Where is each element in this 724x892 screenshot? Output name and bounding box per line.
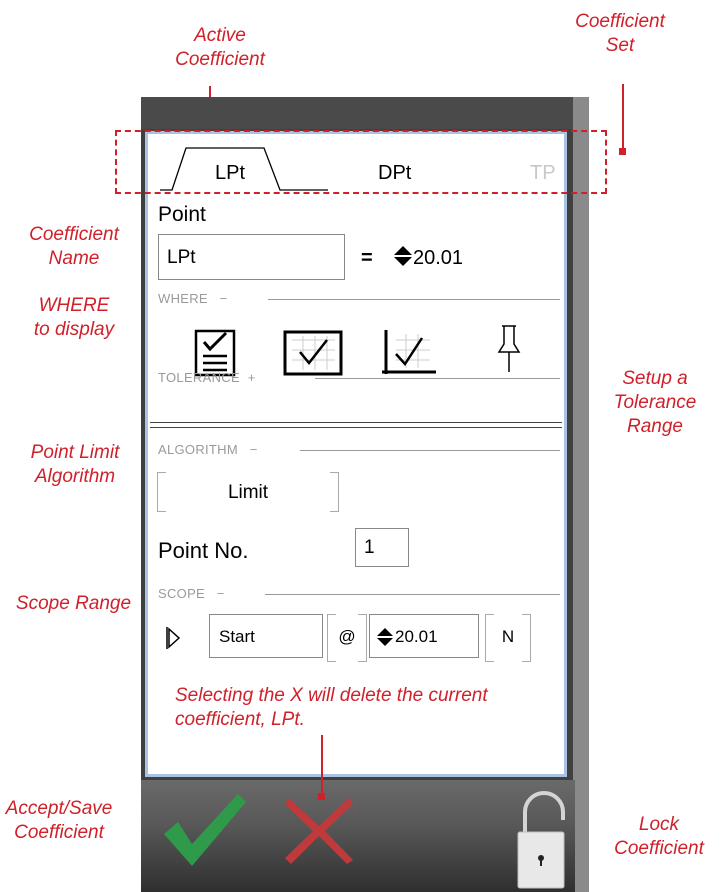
scope-value: 20.01 bbox=[395, 627, 438, 646]
point-no-value: 1 bbox=[364, 537, 375, 558]
spinner-icon[interactable] bbox=[393, 245, 413, 267]
algorithm-separator bbox=[300, 450, 560, 451]
annotation-scope: Scope Range bbox=[15, 593, 132, 614]
scope-start-value: Start bbox=[219, 627, 255, 646]
where-toggle[interactable]: − bbox=[220, 291, 228, 306]
annotation-active-coefficient: Active Coefficient bbox=[175, 25, 265, 70]
where-separator bbox=[268, 299, 560, 300]
point-heading: Point bbox=[158, 203, 206, 226]
tolerance-label: TOLERANCE + bbox=[158, 370, 256, 385]
scope-spinner-icon[interactable] bbox=[376, 627, 394, 647]
point-no-label: Point No. bbox=[158, 538, 249, 563]
scope-toggle[interactable]: − bbox=[217, 586, 225, 601]
equals-sign: = bbox=[361, 247, 373, 269]
scope-n-label: N bbox=[501, 627, 515, 646]
double-rule-bottom bbox=[150, 427, 562, 428]
chart-check-icon[interactable] bbox=[380, 326, 438, 378]
algorithm-value: Limit bbox=[227, 482, 269, 503]
where-label: WHERE − bbox=[158, 291, 228, 306]
algorithm-label: ALGORITHM − bbox=[158, 442, 258, 457]
pushpin-icon[interactable] bbox=[495, 324, 523, 374]
point-value: 20.01 bbox=[413, 247, 464, 269]
coefficient-name-value: LPt bbox=[167, 247, 196, 268]
tolerance-separator bbox=[315, 378, 560, 379]
algorithm-toggle[interactable]: − bbox=[250, 442, 258, 457]
scope-separator bbox=[265, 594, 560, 595]
annotation-dot-set bbox=[619, 148, 626, 155]
play-triangle-icon[interactable] bbox=[165, 625, 181, 651]
annotation-where: WHERE to display bbox=[33, 295, 115, 340]
delete-x-icon[interactable] bbox=[283, 796, 355, 866]
checkbox-grid-icon[interactable] bbox=[283, 330, 343, 376]
annotation-line-set bbox=[622, 84, 624, 150]
double-rule-top bbox=[150, 422, 562, 423]
annotation-accept: Accept/Save Coefficient bbox=[5, 798, 113, 843]
scrollbar-track[interactable] bbox=[573, 97, 589, 892]
padlock-icon[interactable] bbox=[515, 790, 575, 892]
annotation-tolerance: Setup a Tolerance Range bbox=[613, 368, 697, 437]
annotation-algorithm: Point Limit Algorithm bbox=[30, 442, 120, 487]
annotation-lock: Lock Coefficient bbox=[614, 814, 704, 859]
tolerance-toggle[interactable]: + bbox=[248, 370, 256, 385]
annotation-delete-note: Selecting the X will delete the current … bbox=[175, 685, 488, 730]
scope-label: SCOPE − bbox=[158, 586, 225, 601]
accept-check-icon[interactable] bbox=[160, 788, 248, 870]
scope-at-label: @ bbox=[338, 627, 356, 646]
annotation-coefficient-name: Coefficient Name bbox=[29, 224, 119, 269]
annotation-line-delete bbox=[321, 735, 323, 795]
title-bar bbox=[141, 97, 589, 129]
annotation-coefficient-set: Coefficient Set bbox=[575, 11, 665, 56]
annotation-coefficient-set-box bbox=[115, 130, 607, 194]
